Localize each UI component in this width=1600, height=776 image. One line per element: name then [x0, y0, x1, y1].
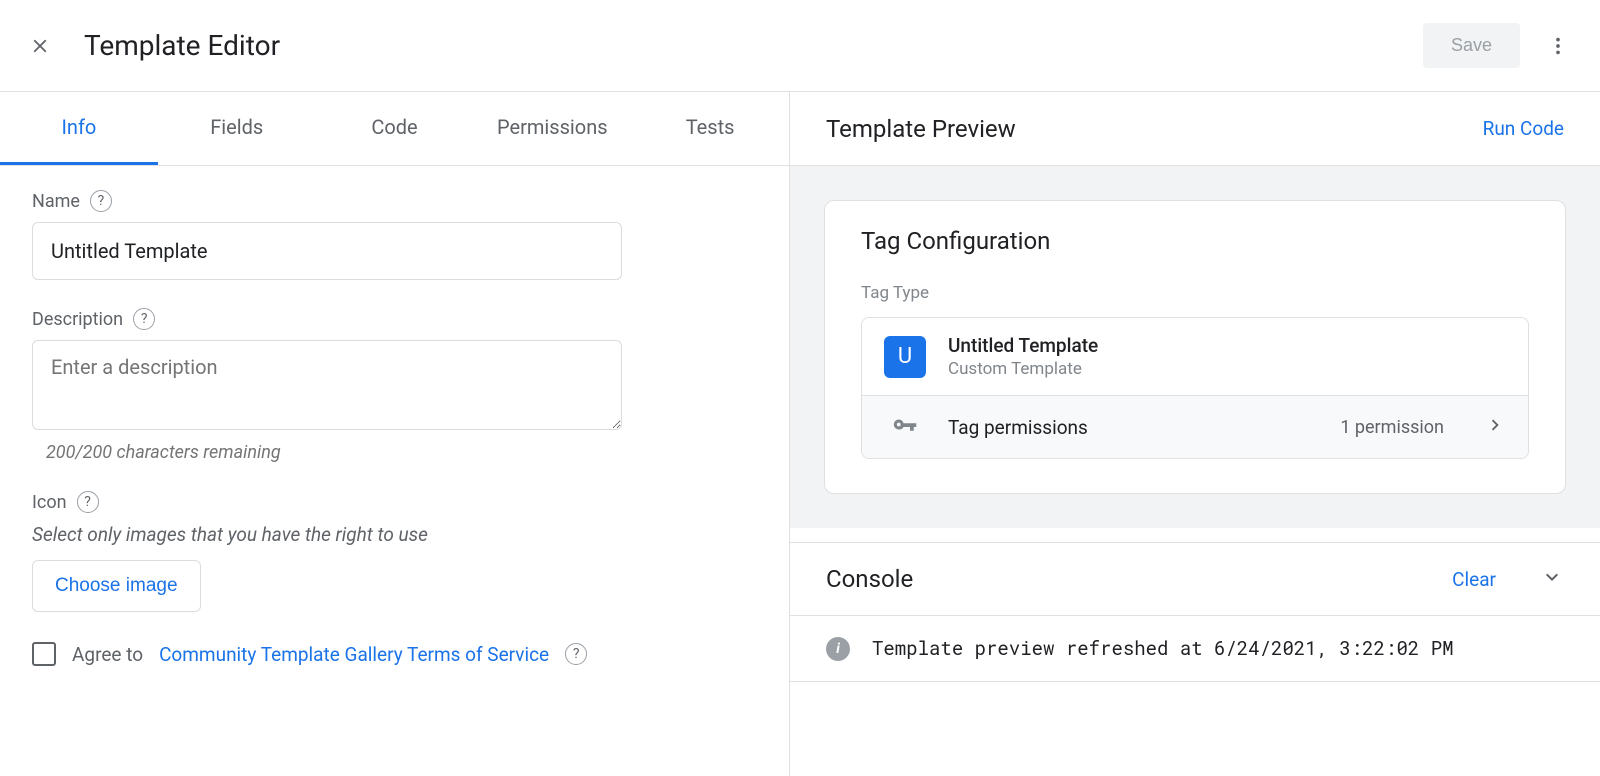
help-icon[interactable]: ?	[90, 190, 112, 212]
description-textarea[interactable]	[32, 340, 622, 430]
tos-link[interactable]: Community Template Gallery Terms of Serv…	[159, 643, 549, 666]
choose-image-button[interactable]: Choose image	[32, 560, 201, 612]
tag-config-card: Tag Configuration Tag Type U Untitled Te…	[824, 200, 1566, 494]
tab-tests[interactable]: Tests	[631, 92, 789, 165]
run-code-button[interactable]: Run Code	[1483, 117, 1564, 140]
chevron-down-icon[interactable]	[1540, 565, 1564, 593]
save-button[interactable]: Save	[1423, 23, 1520, 68]
tag-type-row[interactable]: U Untitled Template Custom Template	[862, 318, 1528, 395]
help-icon[interactable]: ?	[565, 643, 587, 665]
tag-name: Untitled Template	[948, 334, 1506, 357]
tabs: Info Fields Code Permissions Tests	[0, 92, 789, 166]
preview-title: Template Preview	[826, 115, 1483, 143]
more-menu-icon[interactable]	[1540, 28, 1576, 64]
help-icon[interactable]: ?	[77, 491, 99, 513]
tag-badge: U	[884, 336, 926, 378]
tab-code[interactable]: Code	[316, 92, 474, 165]
tab-fields[interactable]: Fields	[158, 92, 316, 165]
close-icon[interactable]	[24, 30, 56, 62]
name-input[interactable]	[32, 222, 622, 280]
right-panel: Template Preview Run Code Tag Configurat…	[790, 92, 1600, 776]
preview-body: Tag Configuration Tag Type U Untitled Te…	[790, 166, 1600, 528]
clear-button[interactable]: Clear	[1452, 568, 1496, 591]
left-panel: Info Fields Code Permissions Tests Name …	[0, 92, 790, 776]
topbar: Template Editor Save	[0, 0, 1600, 92]
help-icon[interactable]: ?	[133, 308, 155, 330]
icon-label: Icon	[32, 492, 67, 513]
tos-checkbox[interactable]	[32, 642, 56, 666]
icon-hint: Select only images that you have the rig…	[32, 523, 757, 546]
name-label: Name	[32, 191, 80, 212]
perm-label: Tag permissions	[948, 416, 1318, 439]
tos-prefix: Agree to	[72, 643, 143, 666]
chevron-right-icon	[1484, 414, 1506, 440]
tag-permissions-row[interactable]: Tag permissions 1 permission	[862, 395, 1528, 458]
info-form: Name ? Description ? 200/200 characters …	[0, 166, 789, 690]
tab-info[interactable]: Info	[0, 92, 158, 165]
console-title: Console	[826, 565, 1452, 593]
tag-subtitle: Custom Template	[948, 359, 1506, 379]
key-icon	[884, 412, 926, 442]
char-counter: 200/200 characters remaining	[46, 442, 757, 463]
perm-count: 1 permission	[1340, 417, 1444, 438]
tag-type-label: Tag Type	[861, 283, 1529, 303]
tab-permissions[interactable]: Permissions	[473, 92, 631, 165]
info-icon: i	[826, 637, 850, 661]
description-label: Description	[32, 309, 123, 330]
page-title: Template Editor	[84, 29, 1423, 62]
card-title: Tag Configuration	[861, 227, 1529, 255]
console-row: i Template preview refreshed at 6/24/202…	[790, 616, 1600, 682]
console-message: Template preview refreshed at 6/24/2021,…	[872, 636, 1454, 661]
